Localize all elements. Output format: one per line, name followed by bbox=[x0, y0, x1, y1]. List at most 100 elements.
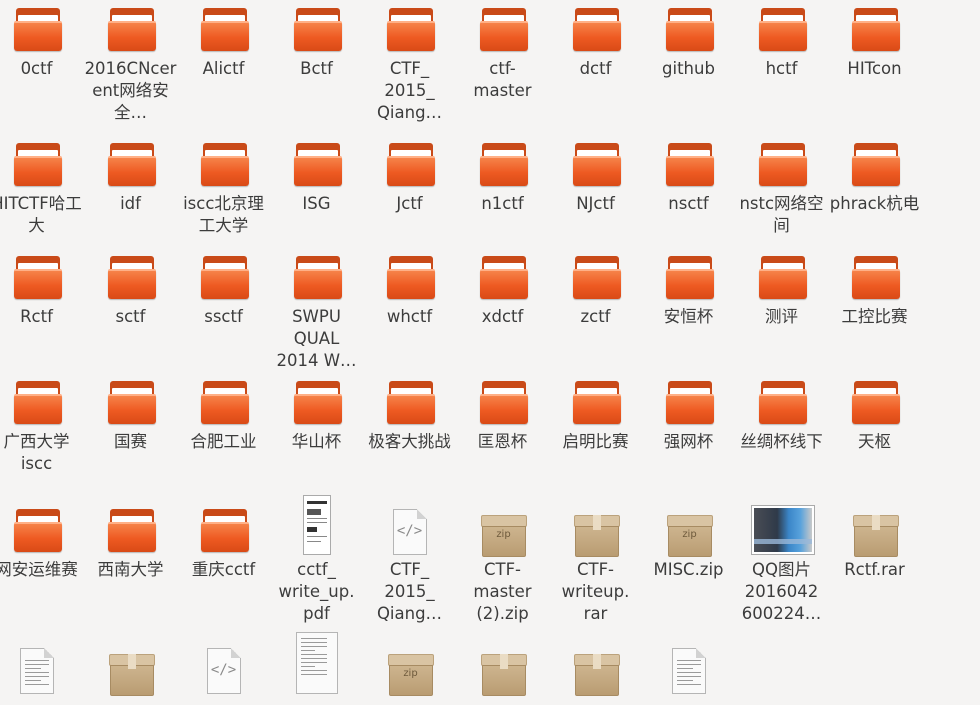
file-item[interactable]: </> bbox=[177, 648, 270, 698]
file-item[interactable]: CTF- writeup. rar bbox=[549, 509, 642, 625]
folder-item[interactable]: github bbox=[642, 8, 735, 80]
folder-item[interactable]: 广西大学iscc bbox=[0, 381, 83, 475]
file-item[interactable]: zip MISC.zip bbox=[642, 509, 735, 581]
folder-item[interactable]: HITcon bbox=[828, 8, 921, 80]
folder-icon-part bbox=[13, 522, 62, 552]
file-item[interactable]: zip bbox=[363, 648, 456, 698]
archive-icon-part bbox=[592, 654, 601, 669]
folder-icon-part bbox=[107, 156, 156, 158]
folder-item[interactable]: nsctf bbox=[642, 143, 735, 215]
file-item[interactable] bbox=[549, 648, 642, 698]
folder-icon bbox=[850, 8, 900, 58]
item-label: Alictf bbox=[202, 59, 245, 78]
folder-item[interactable]: 重庆cctf bbox=[177, 509, 270, 581]
archive-icon bbox=[106, 648, 156, 698]
folder-item[interactable]: dctf bbox=[549, 8, 642, 80]
folder-item[interactable]: Rctf bbox=[0, 256, 83, 328]
folder-item[interactable]: 0ctf bbox=[0, 8, 83, 80]
item-label: whctf bbox=[386, 307, 433, 326]
folder-item[interactable]: idf bbox=[84, 143, 177, 215]
zip-archive-icon: zip bbox=[664, 509, 714, 559]
folder-item[interactable]: 测评 bbox=[735, 256, 828, 328]
item-label: 华山杯 bbox=[291, 432, 342, 451]
item-label: 重庆cctf bbox=[191, 560, 256, 579]
folder-icon bbox=[757, 8, 807, 58]
folder-icon-part bbox=[200, 394, 249, 424]
html-file-icon-part: </> bbox=[396, 523, 423, 539]
item-label: SWPU QUAL 2014 W… bbox=[276, 307, 357, 370]
folder-icon-part bbox=[107, 522, 156, 524]
file-item[interactable] bbox=[642, 648, 735, 698]
folder-icon-part bbox=[200, 269, 249, 271]
file-item[interactable]: Rctf.rar bbox=[828, 509, 921, 581]
folder-item[interactable]: 合肥工业 bbox=[177, 381, 270, 453]
folder-item[interactable]: nstc网络空间 bbox=[735, 143, 828, 237]
file-item[interactable]: zip CTF- master (2).zip bbox=[456, 509, 549, 625]
folder-item[interactable]: Bctf bbox=[270, 8, 363, 80]
folder-item[interactable]: zctf bbox=[549, 256, 642, 328]
folder-icon-part bbox=[107, 394, 156, 396]
folder-item[interactable]: CTF_ 2015_ Qiang… bbox=[363, 8, 456, 124]
folder-item[interactable]: 启明比赛 bbox=[549, 381, 642, 453]
folder-icon bbox=[571, 143, 621, 193]
folder-icon-part bbox=[107, 21, 156, 23]
folder-icon-part bbox=[13, 269, 62, 299]
folder-icon-part bbox=[665, 21, 714, 23]
file-item[interactable] bbox=[270, 632, 363, 698]
document-icon-part bbox=[300, 670, 327, 671]
folder-item[interactable]: hctf bbox=[735, 8, 828, 80]
folder-item[interactable]: SWPU QUAL 2014 W… bbox=[270, 256, 363, 372]
file-item[interactable] bbox=[456, 648, 549, 698]
folder-item[interactable]: HITCTF哈工大 bbox=[0, 143, 83, 237]
folder-item[interactable]: Alictf bbox=[177, 8, 270, 80]
text-file-icon-part bbox=[676, 660, 701, 661]
item-label: 合肥工业 bbox=[190, 432, 257, 451]
folder-item[interactable]: 强网杯 bbox=[642, 381, 735, 453]
zip-archive-icon-part: zip bbox=[682, 529, 697, 540]
text-file-icon-part bbox=[24, 684, 49, 685]
folder-item[interactable]: sctf bbox=[84, 256, 177, 328]
folder-item[interactable]: 华山杯 bbox=[270, 381, 363, 453]
folder-icon-part bbox=[293, 21, 342, 23]
folder-icon-part bbox=[851, 269, 900, 271]
folder-item[interactable]: ssctf bbox=[177, 256, 270, 328]
folder-icon-part bbox=[107, 269, 156, 299]
folder-icon-part bbox=[479, 394, 528, 424]
document-icon-part bbox=[300, 642, 327, 643]
folder-icon bbox=[199, 509, 249, 559]
folder-item[interactable]: 国赛 bbox=[84, 381, 177, 453]
folder-item[interactable]: 天枢 bbox=[828, 381, 921, 453]
folder-item[interactable]: xdctf bbox=[456, 256, 549, 328]
folder-item[interactable]: 工控比赛 bbox=[828, 256, 921, 328]
folder-item[interactable]: 安恒杯 bbox=[642, 256, 735, 328]
folder-item[interactable]: whctf bbox=[363, 256, 456, 328]
folder-item[interactable]: iscc北京理工大学 bbox=[177, 143, 270, 237]
folder-item[interactable]: 匡恩杯 bbox=[456, 381, 549, 453]
folder-item[interactable]: 极客大挑战 bbox=[363, 381, 456, 453]
folder-icon bbox=[757, 381, 807, 431]
folder-item[interactable]: ctf- master bbox=[456, 8, 549, 102]
file-item[interactable]: </> CTF_ 2015_ Qiang… bbox=[363, 509, 456, 625]
folder-icon-part bbox=[293, 269, 342, 299]
item-label: 天枢 bbox=[858, 432, 891, 451]
folder-item[interactable]: ISG bbox=[270, 143, 363, 215]
folder-item[interactable]: Jctf bbox=[363, 143, 456, 215]
folder-item[interactable]: n1ctf bbox=[456, 143, 549, 215]
file-item[interactable]: QQ图片 2016042 600224… bbox=[735, 505, 828, 625]
folder-item[interactable]: 网安运维赛 bbox=[0, 509, 83, 581]
file-item[interactable] bbox=[0, 648, 83, 698]
folder-item[interactable]: 2016CNcerent网络安全… bbox=[84, 8, 177, 124]
text-file-icon bbox=[12, 648, 62, 698]
item-label: 工控比赛 bbox=[841, 307, 908, 326]
folder-icon-part bbox=[386, 156, 435, 186]
folder-item[interactable]: phrack杭电 bbox=[828, 143, 921, 215]
file-item[interactable] bbox=[84, 648, 177, 698]
folder-icon-part bbox=[386, 394, 435, 424]
pdf-thumbnail-icon-part bbox=[306, 518, 327, 519]
file-item[interactable]: cctf_ write_up. pdf bbox=[270, 495, 363, 625]
folder-icon-part bbox=[293, 394, 342, 396]
folder-item[interactable]: 西南大学 bbox=[84, 509, 177, 581]
image-thumbnail-icon bbox=[750, 505, 815, 559]
folder-item[interactable]: 丝绸杯线下 bbox=[735, 381, 828, 453]
folder-item[interactable]: NJctf bbox=[549, 143, 642, 215]
